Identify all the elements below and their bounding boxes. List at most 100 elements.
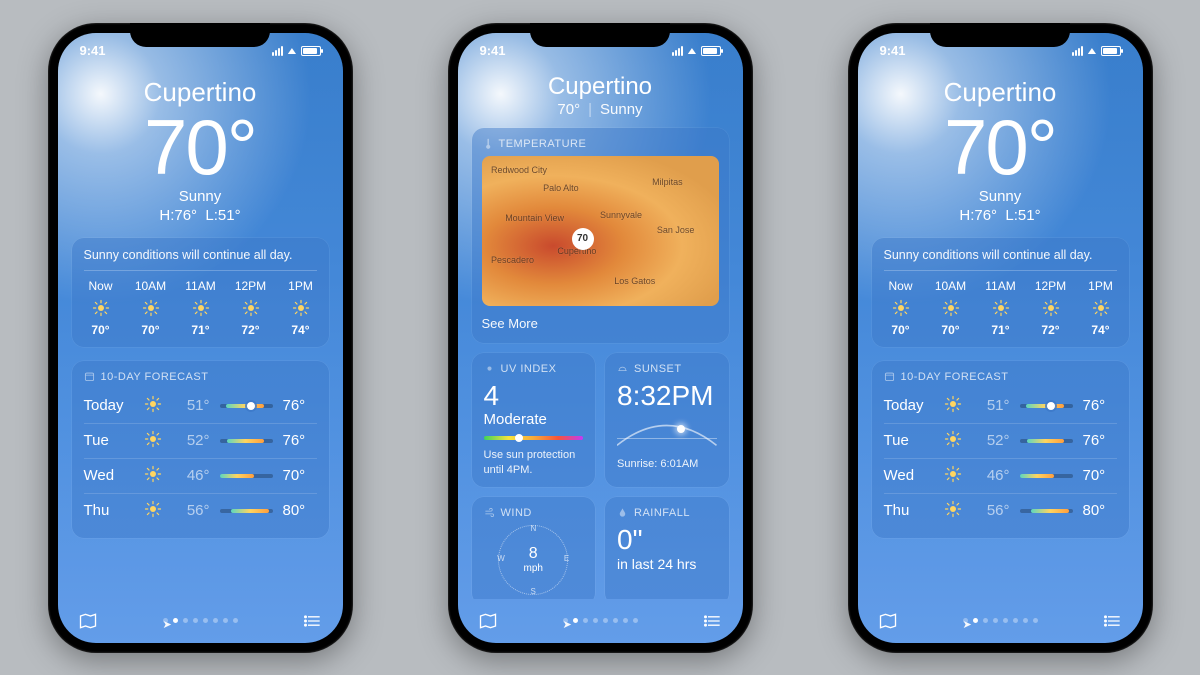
- hi-lo: H:76° L:51°: [872, 207, 1129, 224]
- content[interactable]: Cupertino 70° Sunny H:76° L:51° Sunny co…: [58, 69, 343, 599]
- hour-time: 10AM: [135, 279, 166, 293]
- sun-icon: [144, 465, 166, 487]
- sun-icon: [144, 430, 166, 452]
- day-low: 46°: [976, 467, 1010, 484]
- location-arrow-icon: ➤: [963, 618, 968, 623]
- current-temp: 70°: [72, 108, 329, 186]
- thermometer-icon: [482, 138, 493, 149]
- hour-item: 10AM70°: [934, 279, 968, 337]
- hour-item: 10AM 70°: [134, 279, 168, 337]
- wifi-icon: [687, 45, 697, 57]
- forecast-row[interactable]: Today51°76°: [84, 389, 317, 423]
- hour-item: 1PM74°: [284, 279, 317, 337]
- temperature-map-card[interactable]: TEMPERATURE Redwood City Palo Alto Milpi…: [472, 128, 729, 343]
- status-time: 9:41: [880, 43, 906, 58]
- sun-icon: [944, 430, 966, 452]
- hero: Cupertino 70° Sunny H:76° L:51°: [72, 77, 329, 224]
- weather-screen-detail: 9:41 Cupertino 70°|Sunny TEMPERATURE: [458, 33, 743, 643]
- hour-item: 1PM74°: [1084, 279, 1117, 337]
- day-name: Tue: [84, 432, 134, 449]
- hero: Cupertino 70°|Sunny: [472, 73, 729, 118]
- hourly-scroller[interactable]: Now70°10AM70°11AM71°12PM72°1PM74°2PM7: [884, 279, 1117, 337]
- forecast-row[interactable]: Today51°76°: [884, 389, 1117, 423]
- page-dots[interactable]: ➤: [563, 618, 638, 623]
- wifi-icon: [287, 45, 297, 57]
- forecast-row[interactable]: Wed46°70°: [884, 458, 1117, 493]
- tab-bar: ➤: [58, 599, 343, 643]
- list-icon[interactable]: [703, 611, 723, 631]
- rainfall-header: RAINFALL: [617, 507, 717, 519]
- page-dots[interactable]: ➤: [163, 618, 238, 623]
- day-low: 56°: [976, 502, 1010, 519]
- day-low: 52°: [976, 432, 1010, 449]
- sunset-card[interactable]: SUNSET 8:32PM Sunrise: 6:01AM: [605, 353, 729, 487]
- forecast-card[interactable]: 10-DAY FORECAST Today51°76°Tue52°76°Wed4…: [72, 361, 329, 538]
- hourly-card[interactable]: Sunny conditions will continue all day. …: [72, 238, 329, 347]
- see-more-link[interactable]: See More: [482, 316, 719, 331]
- page-dots[interactable]: ➤: [963, 618, 1038, 623]
- forecast-row[interactable]: Thu56°80°: [884, 493, 1117, 528]
- day-name: Thu: [84, 502, 134, 519]
- condition-label: Sunny: [72, 188, 329, 205]
- list-icon[interactable]: [1103, 611, 1123, 631]
- day-high: 76°: [1083, 432, 1117, 449]
- sunset-header: SUNSET: [617, 363, 717, 375]
- hour-item: Now70°: [884, 279, 918, 337]
- uv-note: Use sun protection until 4PM.: [484, 448, 584, 477]
- day-high: 80°: [283, 502, 317, 519]
- forecast-card[interactable]: 10-DAY FORECAST Today51°76°Tue52°76°Wed4…: [872, 361, 1129, 538]
- battery-icon: [701, 46, 721, 56]
- hour-item: Now70°: [84, 279, 118, 337]
- hour-temp: 70°: [891, 323, 909, 337]
- wind-header: WIND: [484, 507, 584, 519]
- day-high: 76°: [1083, 397, 1117, 414]
- wind-card[interactable]: WIND NSWE 8 mph: [472, 497, 596, 599]
- map-icon[interactable]: [78, 611, 98, 631]
- status-indicators: [272, 45, 321, 57]
- temp-range-bar: [1020, 474, 1073, 478]
- sunset-icon: [617, 363, 628, 374]
- tab-bar: ➤: [458, 599, 743, 643]
- hero: Cupertino 70° Sunny H:76° L:51°: [872, 77, 1129, 224]
- uv-value: 4: [484, 381, 584, 412]
- map-icon[interactable]: [878, 611, 898, 631]
- list-icon[interactable]: [303, 611, 323, 631]
- phone-3: 9:41 Cupertino 70° Sunny H:76° L:51° Sun…: [848, 23, 1153, 653]
- temperature-map[interactable]: Redwood City Palo Alto Milpitas Mountain…: [482, 156, 719, 306]
- forecast-header: 10-DAY FORECAST: [884, 371, 1117, 383]
- forecast-row[interactable]: Tue52°76°: [884, 423, 1117, 458]
- day-high: 70°: [283, 467, 317, 484]
- hourly-card[interactable]: Sunny conditions will continue all day. …: [872, 238, 1129, 347]
- temp-range-bar: [1020, 509, 1073, 513]
- rainfall-value: 0": [617, 525, 717, 556]
- forecast-row[interactable]: Tue52°76°: [84, 423, 317, 458]
- forecast-row[interactable]: Wed46°70°: [84, 458, 317, 493]
- day-high: 76°: [283, 432, 317, 449]
- forecast-row[interactable]: Thu 56° 80°: [84, 493, 317, 528]
- hour-time: 1PM: [1088, 279, 1113, 293]
- hour-temp: 70°: [91, 323, 109, 337]
- content[interactable]: Cupertino 70° Sunny H:76° L:51° Sunny co…: [858, 69, 1143, 599]
- sun-icon: [944, 395, 966, 417]
- tab-bar: ➤: [858, 599, 1143, 643]
- day-name: Wed: [884, 467, 934, 484]
- uv-desc: Moderate: [484, 411, 584, 428]
- status-indicators: [1072, 45, 1121, 57]
- uv-card[interactable]: UV INDEX 4 Moderate Use sun protection u…: [472, 353, 596, 487]
- phone-1: 9:41 Cupertino 70° Sunny H:76° L:51° Sun…: [48, 23, 353, 653]
- subheader: 70°|Sunny: [472, 101, 729, 118]
- temp-range-bar: [1020, 439, 1073, 443]
- rainfall-card[interactable]: RAINFALL 0" in last 24 hrs: [605, 497, 729, 599]
- hourly-scroller[interactable]: Now70°10AM70°11AM71°12PM72°1PM74°2PM7: [84, 279, 317, 337]
- hour-temp: 71°: [191, 323, 209, 337]
- map-icon[interactable]: [478, 611, 498, 631]
- day-name: Today: [84, 397, 134, 414]
- current-temp: 70°: [872, 108, 1129, 186]
- status-time: 9:41: [80, 43, 106, 58]
- content[interactable]: Cupertino 70°|Sunny TEMPERATURE Redwood …: [458, 69, 743, 599]
- location-arrow-icon: ➤: [163, 618, 168, 623]
- hour-temp: 70°: [941, 323, 959, 337]
- day-low: 56°: [176, 502, 210, 519]
- hour-time: 12PM: [235, 279, 266, 293]
- hour-temp: 70°: [141, 323, 159, 337]
